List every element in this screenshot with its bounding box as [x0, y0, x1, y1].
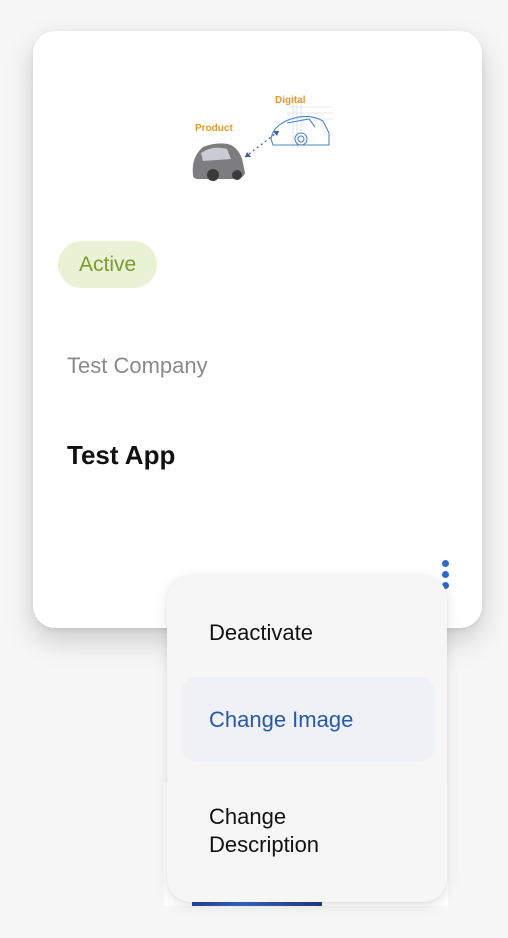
status-badge: Active [58, 241, 158, 288]
app-name: Test App [67, 440, 176, 470]
context-menu: Deactivate Change Image Change Descripti… [167, 575, 447, 902]
thumbnail-label-digital: Digital [275, 95, 306, 106]
app-card[interactable]: Product Digital Active Test Company Test… [33, 31, 482, 628]
company-name: Test Company [67, 353, 208, 378]
kebab-dot-icon [441, 570, 449, 578]
menu-item-change-image[interactable]: Change Image [181, 677, 435, 762]
menu-item-deactivate[interactable]: Deactivate [181, 608, 435, 658]
product-car-icon [192, 143, 245, 181]
thumbnail-label-product: Product [195, 123, 233, 134]
digital-car-icon [270, 115, 330, 146]
kebab-dot-icon [441, 559, 449, 567]
app-thumbnail: Product Digital [192, 95, 333, 181]
menu-item-change-description[interactable]: Change Description [181, 803, 435, 859]
